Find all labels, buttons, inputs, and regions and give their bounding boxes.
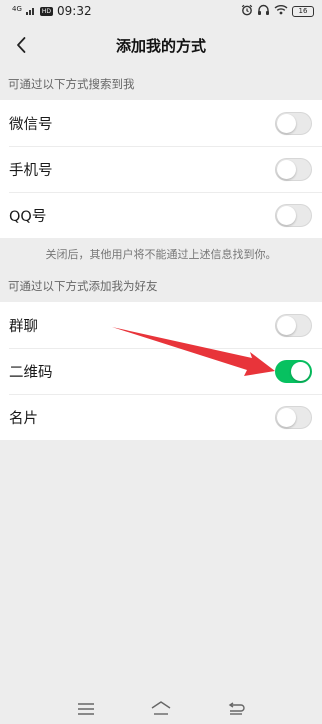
signal-label: 4G <box>12 4 22 13</box>
toggle-knob <box>277 315 296 335</box>
toggle-knob <box>277 205 296 225</box>
row-label: 手机号 <box>9 162 53 179</box>
battery-icon: 16 <box>292 5 314 17</box>
back-button[interactable] <box>6 30 36 60</box>
row-group-chat: 群聊 <box>0 302 322 348</box>
add-methods-group: 群聊 二维码 名片 <box>0 302 322 440</box>
search-section-header: 可通过以下方式搜索到我 <box>8 77 135 91</box>
row-label: 二维码 <box>9 364 53 381</box>
chevron-left-icon <box>17 37 26 53</box>
row-qq: QQ号 <box>0 192 322 238</box>
system-nav-bar <box>0 696 322 724</box>
row-label: QQ号 <box>9 208 47 225</box>
row-wechat-id: 微信号 <box>0 100 322 146</box>
toggle-knob <box>291 361 310 381</box>
toggle-qr-code[interactable] <box>275 359 312 383</box>
page-title: 添加我的方式 <box>115 36 206 55</box>
toggle-wechat-id[interactable] <box>275 111 312 135</box>
toggle-knob <box>277 159 296 179</box>
toggle-knob <box>277 407 296 427</box>
toggle-knob <box>277 113 296 133</box>
row-label: 群聊 <box>9 318 38 335</box>
search-methods-group: 微信号 手机号 QQ号 <box>0 100 322 238</box>
toggle-business-card[interactable] <box>275 405 312 429</box>
back-nav-icon[interactable] <box>227 701 245 720</box>
headset-icon <box>257 4 270 19</box>
nav-bar: 添加我的方式 <box>0 22 322 68</box>
row-qr-code: 二维码 <box>0 348 322 394</box>
status-time: 09:32 <box>57 4 92 18</box>
alarm-icon <box>241 4 253 19</box>
status-right: 16 <box>241 4 314 19</box>
row-phone: 手机号 <box>0 146 322 192</box>
row-label: 名片 <box>9 410 38 427</box>
row-business-card: 名片 <box>0 394 322 440</box>
toggle-group-chat[interactable] <box>275 313 312 337</box>
toggle-phone[interactable] <box>275 157 312 181</box>
add-section-header: 可通过以下方式添加我为好友 <box>8 279 158 293</box>
row-label: 微信号 <box>9 116 53 133</box>
toggle-qq[interactable] <box>275 203 312 227</box>
search-note: 关闭后，其他用户将不能通过上述信息找到你。 <box>45 248 277 261</box>
hd-badge: HD <box>39 6 54 16</box>
wifi-icon <box>274 4 288 18</box>
signal-icon <box>25 4 36 18</box>
status-left: 4G HD 09:32 <box>12 4 92 18</box>
home-icon[interactable] <box>150 700 172 720</box>
status-bar: 4G HD 09:32 16 <box>0 0 322 22</box>
menu-icon[interactable] <box>77 701 95 720</box>
